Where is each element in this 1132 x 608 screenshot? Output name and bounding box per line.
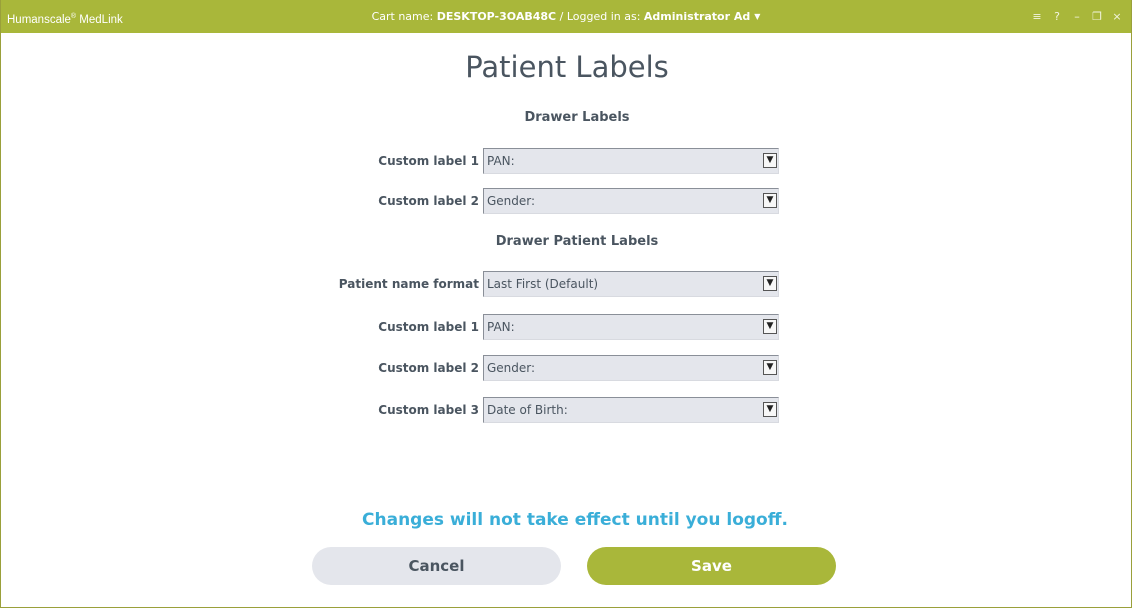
patient-custom-label-2-row: Custom label 2 Gender: ▼ [1,355,1132,381]
drawer-custom-label-2-row: Custom label 2 Gender: ▼ [1,188,1132,214]
logoff-notice: Changes will not take effect until you l… [362,510,788,530]
field-label: Custom label 2 [378,194,479,208]
select-value: Last First (Default) [487,277,599,291]
patient-name-format-select[interactable]: Last First (Default) ▼ [483,271,779,297]
field-label: Custom label 2 [378,361,479,375]
brand-registered-mark: ® [70,13,77,20]
chevron-down-icon[interactable]: ▼ [763,319,777,334]
patient-custom-label-3-select[interactable]: Date of Birth: ▼ [483,397,779,423]
app-window: Humanscale® MedLink Cart name: DESKTOP-3… [0,0,1132,608]
brand-name: Humanscale [7,13,71,26]
brand-product: MedLink [79,13,123,26]
close-icon[interactable]: × [1107,0,1127,33]
select-value: PAN: [487,154,515,168]
cancel-button[interactable]: Cancel [312,547,561,585]
select-value: Gender: [487,194,536,208]
chevron-down-icon[interactable]: ▼ [763,402,777,417]
chevron-down-icon[interactable]: ▼ [763,153,777,168]
user-menu[interactable]: Administrator Ad ▼ [644,10,761,23]
select-value: Gender: [487,361,536,375]
chevron-down-icon[interactable]: ▼ [754,0,760,33]
session-info: Cart name: DESKTOP-3OAB48C / Logged in a… [1,0,1131,33]
logged-in-label: Logged in as: [566,10,641,23]
chevron-down-icon[interactable]: ▼ [763,276,777,291]
menu-icon[interactable]: ≡ [1027,0,1047,33]
minimize-icon[interactable]: – [1067,0,1087,33]
drawer-custom-label-1-select[interactable]: PAN: ▼ [483,148,779,174]
logged-in-user: Administrator Ad [643,10,751,23]
save-button[interactable]: Save [587,547,836,585]
brand-logo: Humanscale® MedLink [7,0,123,33]
select-value: PAN: [487,320,515,334]
session-separator: / [559,10,564,23]
select-value: Date of Birth: [487,403,568,417]
field-label: Custom label 1 [378,320,479,334]
help-icon[interactable]: ? [1047,0,1067,33]
restore-icon[interactable]: ❐ [1087,0,1107,33]
field-label: Patient name format [338,277,479,291]
page-title: Patient Labels [465,50,669,84]
cart-label: Cart name: [371,10,434,23]
drawer-patient-labels-heading: Drawer Patient Labels [495,234,659,249]
chevron-down-icon[interactable]: ▼ [763,360,777,375]
drawer-labels-heading: Drawer Labels [524,110,630,125]
patient-custom-label-3-row: Custom label 3 Date of Birth: ▼ [1,397,1132,423]
drawer-custom-label-1-row: Custom label 1 PAN: ▼ [1,148,1132,174]
patient-custom-label-1-row: Custom label 1 PAN: ▼ [1,314,1132,340]
title-bar: Humanscale® MedLink Cart name: DESKTOP-3… [1,0,1131,33]
drawer-custom-label-2-select[interactable]: Gender: ▼ [483,188,779,214]
cart-name: DESKTOP-3OAB48C [436,10,557,23]
window-controls: ≡? – ❐ × [1027,0,1127,33]
patient-custom-label-2-select[interactable]: Gender: ▼ [483,355,779,381]
patient-name-format-row: Patient name format Last First (Default)… [1,271,1132,297]
chevron-down-icon[interactable]: ▼ [763,193,777,208]
patient-custom-label-1-select[interactable]: PAN: ▼ [483,314,779,340]
field-label: Custom label 1 [378,154,479,168]
field-label: Custom label 3 [378,403,479,417]
